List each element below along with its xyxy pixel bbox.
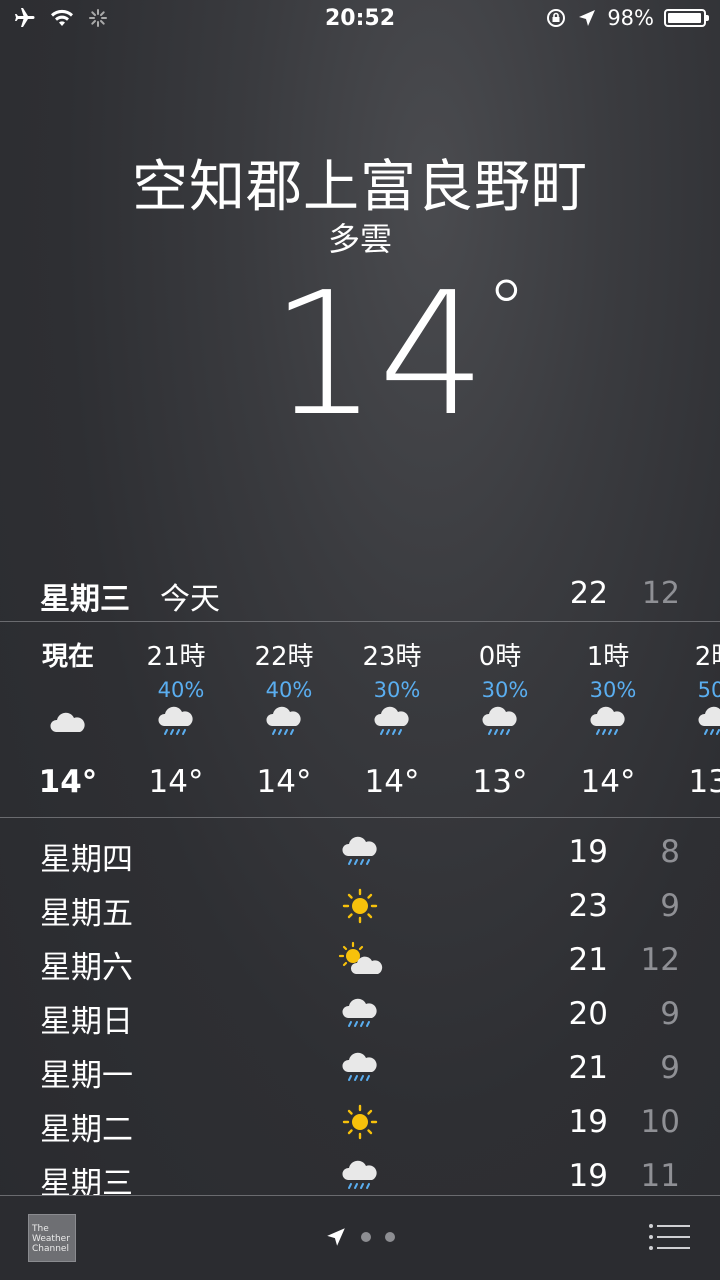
today-day: 星期三: [40, 582, 130, 617]
precip-chance: 40%: [265, 678, 313, 702]
daily-row: 星期二 19 10: [0, 1096, 720, 1150]
location-name: 空知郡上富良野町: [132, 155, 588, 220]
precip-chance: 30%: [373, 678, 421, 702]
day-name: 星期五: [40, 896, 133, 932]
day-high: 20: [568, 996, 608, 1032]
day-high: 19: [568, 1158, 608, 1194]
location-arrow-icon: [327, 1228, 345, 1246]
hour-temp: 13°: [688, 764, 720, 800]
day-low: 8: [660, 834, 680, 870]
hour-temp: 14°: [580, 764, 636, 800]
daily-row: 星期五 23 9: [0, 880, 720, 934]
day-low: 9: [660, 996, 680, 1032]
hour-temp: 14°: [148, 764, 204, 800]
hourly-forecast[interactable]: 現在 14° 21時 40% 14° 22時 40% 14° 23時 30% 1…: [0, 622, 720, 816]
current-temperature: 14°: [270, 270, 526, 441]
status-right: 98%: [545, 6, 709, 30]
daily-row: 星期一 21 9: [0, 1042, 720, 1096]
day-name: 星期一: [40, 1058, 133, 1094]
day-low: 12: [640, 942, 680, 978]
rain-icon: [482, 706, 517, 735]
weather-condition: 多雲: [327, 220, 392, 258]
degree-symbol: °: [486, 263, 527, 356]
status-bar: 20:52 98%: [0, 0, 720, 40]
battery-percent: 98%: [607, 6, 654, 30]
today-summary: 星期三 今天 22 12: [0, 574, 720, 620]
hour-temp: 14°: [364, 764, 420, 800]
day-low: 9: [660, 888, 680, 924]
rain-icon: [342, 1052, 377, 1081]
rain-icon: [342, 1160, 377, 1189]
sun-icon: [342, 1104, 378, 1140]
hour-time: 22時: [254, 642, 314, 672]
page-dot: [361, 1232, 371, 1242]
rain-icon: [698, 706, 720, 735]
bottom-toolbar: The Weather Channel: [0, 1196, 720, 1280]
hour-time: 23時: [362, 642, 422, 672]
day-low: 9: [660, 1050, 680, 1086]
precip-chance: 50%: [697, 678, 720, 702]
page-indicator[interactable]: [0, 1226, 720, 1248]
day-high: 21: [568, 1050, 608, 1086]
city-list-icon[interactable]: [648, 1222, 690, 1252]
day-high: 21: [568, 942, 608, 978]
battery-icon: [664, 9, 709, 27]
hour-temp: 13°: [472, 764, 528, 800]
hourly-item: 0時 30% 13°: [446, 622, 554, 816]
day-high: 19: [568, 1104, 608, 1140]
rain-icon: [374, 706, 409, 735]
rain-icon: [590, 706, 625, 735]
hour-time: 2時: [694, 642, 720, 672]
today-low: 12: [641, 576, 680, 611]
day-name: 星期六: [40, 950, 133, 986]
divider-middle: [0, 817, 720, 818]
daily-row: 星期四 19 8: [0, 826, 720, 880]
daily-row: 星期六 21 12: [0, 934, 720, 988]
hour-temp: 14°: [256, 764, 312, 800]
precip-chance: 30%: [481, 678, 529, 702]
hourly-item: 23時 30% 14°: [338, 622, 446, 816]
current-temp-value: 14: [270, 256, 487, 454]
day-name: 星期二: [40, 1112, 133, 1148]
day-high: 23: [568, 888, 608, 924]
today-label: 今天: [160, 582, 220, 617]
rain-icon: [158, 706, 193, 735]
location-arrow-icon: [579, 10, 596, 26]
page-dot: [385, 1232, 395, 1242]
day-name: 星期日: [40, 1004, 133, 1040]
partly-cloudy-icon: [338, 941, 383, 974]
hourly-item: 1時 30% 14°: [554, 622, 662, 816]
hourly-item: 22時 40% 14°: [230, 622, 338, 816]
hourly-item: 現在 14°: [14, 622, 122, 816]
hour-temp: 14°: [38, 764, 98, 800]
day-high: 19: [568, 834, 608, 870]
hour-time: 0時: [478, 642, 522, 672]
today-high: 22: [569, 576, 608, 611]
hour-time: 1時: [586, 642, 630, 672]
precip-chance: 30%: [589, 678, 637, 702]
day-low: 11: [640, 1158, 680, 1194]
hour-time: 21時: [146, 642, 206, 672]
cloud-icon: [50, 712, 85, 732]
rain-icon: [342, 998, 377, 1027]
day-name: 星期四: [40, 842, 133, 878]
rain-icon: [266, 706, 301, 735]
hourly-item: 21時 40% 14°: [122, 622, 230, 816]
daily-row: 星期日 20 9: [0, 988, 720, 1042]
rain-icon: [342, 836, 377, 865]
hour-time: 現在: [41, 642, 94, 672]
orientation-lock-icon: [547, 9, 566, 27]
day-low: 10: [640, 1104, 680, 1140]
hourly-item: 2時 50% 13°: [662, 622, 720, 816]
sun-icon: [342, 888, 378, 924]
precip-chance: 40%: [157, 678, 205, 702]
